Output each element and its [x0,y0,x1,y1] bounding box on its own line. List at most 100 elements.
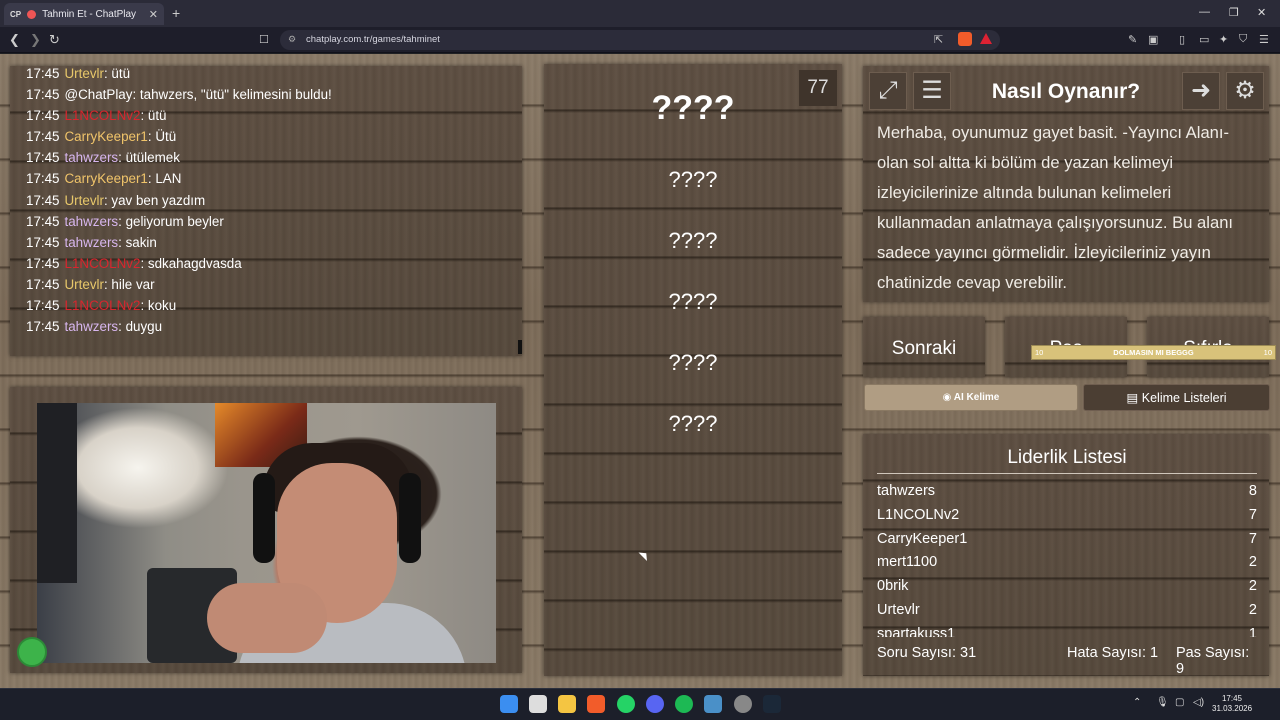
chat-time: 17:45 [26,255,60,271]
chat-username[interactable]: tahwzers [65,214,119,229]
chat-username[interactable]: Urtevlr [65,66,104,81]
chat-text: ütü [147,108,167,124]
reload-icon[interactable]: ↻ [49,32,60,48]
obs-icon[interactable] [734,695,752,713]
back-icon[interactable]: ❮ [9,32,20,48]
ai-word-button[interactable]: ◉ AI Kelime [864,384,1078,411]
chat-username[interactable]: L1NCOLNv2 [65,108,141,123]
word-lists-button[interactable]: ▤ Kelime Listeleri [1083,384,1270,411]
camera-toggle-icon[interactable] [17,637,47,667]
chat-text: koku [147,298,177,314]
menu-icon[interactable]: ☰ [1259,33,1269,46]
chat-message: 17:45 tahwzers: geliyorum beyler [26,211,332,232]
leaderboard-row: mert1100 2 [877,551,1257,575]
leaderboard-row: 0brik 2 [877,575,1257,599]
wallet2-icon[interactable]: ▭ [1199,33,1209,46]
url-field[interactable]: ⚙ chatplay.com.tr/games/tahminet [280,30,1000,50]
chat-message: 17:45 Urtevlr: ütü [26,66,332,84]
discord-icon[interactable] [646,695,664,713]
whatsapp-icon[interactable] [617,695,635,713]
tray-chevron-icon[interactable]: ⌃ [1133,697,1141,708]
bookmark-icon[interactable]: ☐ [259,33,269,46]
chat-username[interactable]: L1NCOLNv2 [65,256,141,271]
browser-tab[interactable]: CP Tahmin Et - ChatPlay ✕ [4,3,164,25]
pass-count: Pas Sayısı: 9 [1176,645,1250,677]
forward-icon[interactable]: ❯ [30,32,41,48]
chat-time: 17:45 [26,66,60,81]
mic-icon[interactable]: 🎙 [1156,697,1169,708]
extensions-icon[interactable]: ✎ [1128,33,1137,46]
chat-username[interactable]: CarryKeeper1 [65,171,148,186]
brave-shields-icon[interactable] [958,32,972,46]
vpn-icon[interactable]: ⛉ [1239,33,1247,46]
cam-headset-right [399,473,421,563]
word-lists-label: Kelime Listeleri [1141,391,1227,405]
chat-time: 17:45 [26,87,60,103]
goal-progress-bar: 10 DOLMASIN MI BEGGG 10 [1031,345,1276,360]
chat-list: 17:45 Urtevlr: ütü 17:45 @ChatPlay: tahwzer… [26,66,332,337]
question-count: Soru Sayısı: 31 [877,645,977,661]
new-tab-icon[interactable]: + [172,5,180,21]
chat-time: 17:45 [26,171,60,187]
share-icon[interactable]: ⇱ [934,33,943,46]
wallet-icon[interactable]: ▣ [1148,33,1158,46]
chat-text: yav ben yazdım [111,192,206,208]
file-explorer-icon[interactable] [558,695,576,713]
chat-separator: : [118,234,126,250]
volume-icon[interactable]: ◁) [1193,697,1204,708]
leaderboard-name: mert1100 [877,554,938,571]
chat-username[interactable]: CarryKeeper1 [65,129,148,144]
tab-close-icon[interactable]: ✕ [149,8,158,21]
chat-time: 17:45 [26,213,60,229]
app-icon[interactable] [704,695,722,713]
webcam-feed [37,403,496,663]
leaderboard-row: tahwzers 8 [877,480,1257,504]
chat-panel: 17:45 Urtevlr: ütü 17:45 @ChatPlay: tahwzer… [10,66,522,356]
howto-text: Merhaba, oyunumuz gayet basit. -Yayıncı … [877,123,1234,292]
chat-username[interactable]: tahwzers [65,150,119,165]
close-window-icon[interactable]: ✕ [1257,6,1266,19]
chat-username[interactable]: L1NCOLNv2 [65,298,141,313]
main-word: ???? [651,89,735,127]
chat-text: sakin [125,234,157,250]
site-info-icon[interactable]: ⚙ [288,34,296,45]
forbidden-word-5: ???? [668,411,718,436]
leaderboard-score: 2 [1248,601,1257,618]
chat-message: 17:45 @ChatPlay: tahwzers, "ütü" kelimesi… [26,84,332,105]
leo-icon[interactable]: ✦ [1219,33,1228,46]
chat-username[interactable]: Urtevlr [65,277,104,292]
chat-username[interactable]: Urtevlr [65,193,104,208]
leaderboard-score: 8 [1248,483,1257,499]
goal-label: DOLMASIN MI BEGGG [1113,348,1194,357]
chat-username[interactable]: tahwzers [65,319,119,334]
clock[interactable]: 17:45 31.03.2026 [1212,694,1252,714]
chat-message: 17:45 L1NCOLNv2: ütü [26,105,332,126]
chat-scrollbar[interactable] [518,340,522,354]
leaderboard-title: Liderlik Listesi [877,447,1257,474]
chat-text: duygu [125,319,163,335]
leaderboard-score: 7 [1248,506,1257,523]
chat-text: geliyorum beyler [125,213,224,229]
brave-browser-icon[interactable] [587,695,605,713]
chat-message: 17:45 tahwzers: sakin [26,232,332,253]
minimize-icon[interactable]: — [1199,6,1210,18]
leaderboard-row: Urtevlr 2 [877,599,1257,623]
cam-headset-left [253,473,275,563]
leaderboard-score: 2 [1248,554,1257,571]
forbidden-word-1: ???? [668,167,718,192]
brave-rewards-icon[interactable] [980,33,992,44]
network-icon[interactable]: ▢ [1175,697,1184,708]
sidebar-icon[interactable]: ▯ [1179,33,1185,46]
maximize-icon[interactable]: ❐ [1229,6,1239,19]
cam-hands [207,583,327,653]
leaderboard-score: 7 [1248,530,1257,547]
chat-text: Ütü [155,129,177,145]
chat-username[interactable]: tahwzers [65,235,119,250]
spotify-icon[interactable] [675,695,693,713]
chat-username[interactable]: @ChatPlay [65,87,133,102]
robot-icon: ◉ [942,392,952,403]
start-icon[interactable] [500,695,518,713]
chatplay-favicon-icon: CP [10,9,22,19]
steam-icon[interactable] [763,695,781,713]
task-view-icon[interactable] [529,695,547,713]
